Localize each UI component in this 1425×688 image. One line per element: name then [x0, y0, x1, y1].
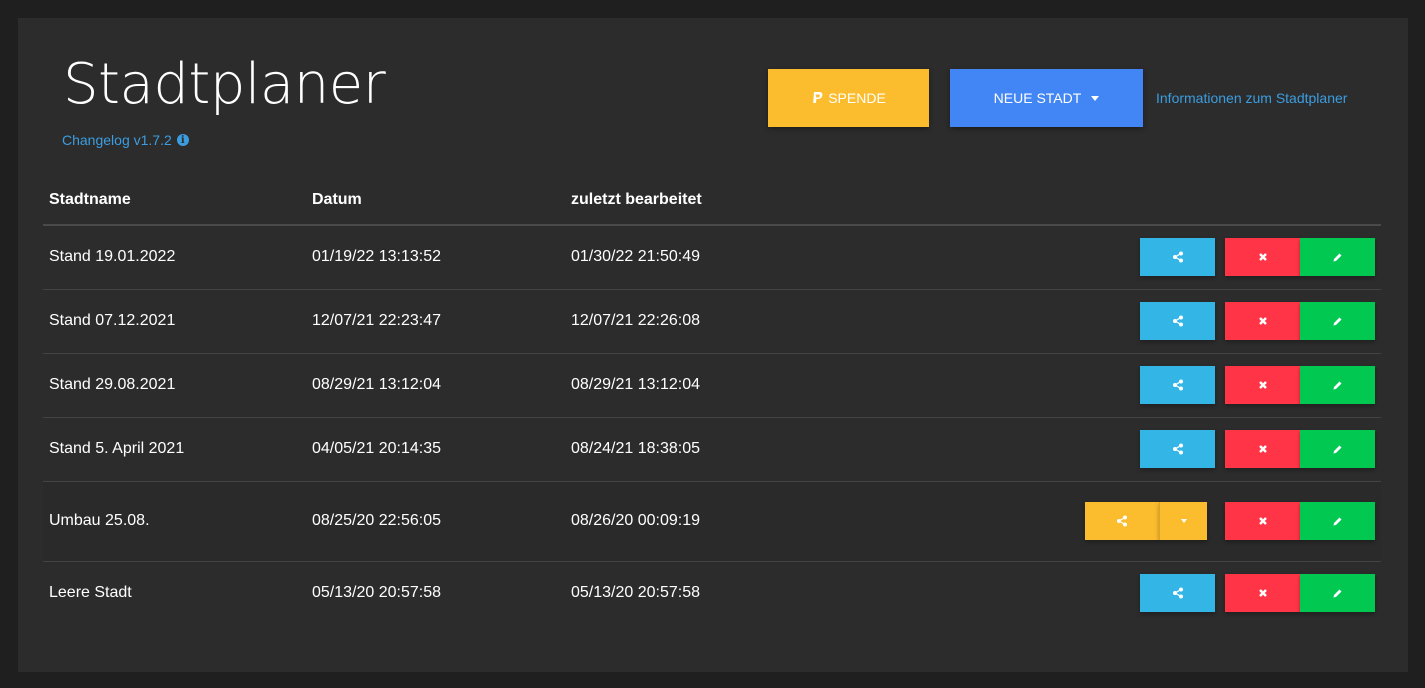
paypal-icon [813, 92, 823, 103]
pencil-icon [1333, 589, 1342, 598]
edit-button[interactable] [1300, 430, 1375, 468]
share-icon [1117, 515, 1127, 527]
city-name-cell: Stand 5. April 2021 [43, 416, 306, 481]
column-header-date: Datum [306, 175, 565, 226]
edit-button[interactable] [1300, 302, 1375, 340]
changelog-link[interactable]: Changelog v1.7.2 i [62, 132, 189, 148]
city-name-cell: Leere Stadt [43, 560, 306, 625]
pencil-icon [1333, 253, 1342, 262]
column-header-actions [826, 175, 1381, 226]
edit-button[interactable] [1300, 502, 1375, 540]
actions-cell [826, 352, 1381, 417]
actions-cell [826, 288, 1381, 353]
share-dropdown-button[interactable] [1159, 502, 1207, 540]
share-button[interactable] [1140, 574, 1215, 613]
delete-button[interactable] [1225, 574, 1300, 613]
edited-cell: 01/30/22 21:50:49 [571, 248, 701, 266]
edited-cell: 05/13/20 20:57:58 [565, 560, 827, 625]
edit-button[interactable] [1300, 238, 1375, 277]
city-name-cell: Stand 19.01.2022 [49, 248, 176, 266]
actions-cell [826, 480, 1381, 561]
table-row: Stand 29.08.2021 08/29/21 13:12:04 08/29… [43, 352, 1381, 417]
close-icon [1258, 517, 1267, 525]
share-icon [1172, 443, 1183, 455]
table-row: Stand 07.12.2021 12/07/21 22:23:47 12/07… [43, 288, 1381, 353]
edited-cell: 08/24/21 18:38:05 [565, 416, 827, 481]
city-name-cell: Stand 29.08.2021 [43, 352, 306, 417]
close-icon [1258, 317, 1267, 325]
date-cell: 12/07/21 22:23:47 [306, 288, 565, 353]
share-button[interactable] [1140, 430, 1215, 468]
delete-button[interactable] [1225, 430, 1300, 468]
actions-cell [827, 225, 1381, 289]
actions-cell [826, 416, 1381, 481]
delete-button[interactable] [1225, 302, 1300, 340]
city-name-cell: Umbau 25.08. [43, 480, 306, 561]
table-row: Stand 19.01.2022 01/19/22 13:13:52 01/30… [43, 225, 1381, 289]
actions-cell [826, 560, 1381, 625]
table-row: Umbau 25.08. 08/25/20 22:56:05 08/26/20 … [43, 480, 1381, 561]
delete-button[interactable] [1225, 502, 1300, 540]
share-button[interactable] [1140, 302, 1215, 340]
date-cell: 08/25/20 22:56:05 [306, 480, 565, 561]
pencil-icon [1333, 445, 1342, 453]
chevron-down-icon [1180, 519, 1187, 523]
share-button[interactable] [1140, 366, 1215, 404]
column-header-name: Stadtname [43, 175, 306, 226]
new-city-dropdown-button[interactable]: NEUE STADT [950, 69, 1143, 127]
edited-cell: 08/26/20 00:09:19 [565, 480, 827, 561]
main-panel: Stadtplaner Changelog v1.7.2 i SPENDE NE… [18, 18, 1408, 672]
date-cell: 04/05/21 20:14:35 [306, 416, 565, 481]
share-icon [1172, 379, 1183, 391]
date-cell: 05/13/20 20:57:58 [306, 560, 565, 625]
close-icon [1258, 445, 1267, 453]
share-button[interactable] [1085, 502, 1159, 540]
pencil-icon [1333, 317, 1342, 325]
page-title: Stadtplaner [63, 52, 386, 117]
date-cell: 01/19/22 13:13:52 [312, 248, 442, 266]
pencil-icon [1333, 517, 1342, 525]
column-header-edited: zuletzt bearbeitet [565, 175, 827, 226]
share-button[interactable] [1140, 238, 1215, 277]
city-name-cell: Stand 07.12.2021 [43, 288, 306, 353]
table-row: Leere Stadt 05/13/20 20:57:58 05/13/20 2… [43, 560, 1381, 625]
delete-button[interactable] [1225, 238, 1300, 277]
info-icon: i [176, 134, 189, 146]
close-icon [1258, 381, 1267, 389]
edited-cell: 12/07/21 22:26:08 [565, 288, 827, 353]
edit-button[interactable] [1300, 574, 1375, 613]
edit-button[interactable] [1300, 366, 1375, 404]
table-header-row: Stadtname Datum zuletzt bearbeitet [43, 175, 1381, 226]
share-icon [1172, 587, 1183, 599]
share-icon [1172, 315, 1183, 327]
table-row: Stand 5. April 2021 04/05/21 20:14:35 08… [43, 416, 1381, 481]
pencil-icon [1333, 381, 1342, 389]
edited-cell: 08/29/21 13:12:04 [565, 352, 827, 417]
donate-label: SPENDE [828, 90, 886, 106]
date-cell: 08/29/21 13:12:04 [306, 352, 565, 417]
close-icon [1258, 253, 1267, 262]
share-icon [1172, 251, 1183, 263]
delete-button[interactable] [1225, 366, 1300, 404]
city-table: Stadtname Datum zuletzt bearbeitet Stand… [43, 175, 1381, 625]
chevron-down-icon [1091, 95, 1100, 101]
new-city-label: NEUE STADT [993, 90, 1082, 106]
info-link[interactable]: Informationen zum Stadtplaner [1156, 90, 1347, 106]
changelog-label: Changelog v1.7.2 [62, 132, 172, 148]
donate-button[interactable]: SPENDE [768, 69, 929, 127]
close-icon [1258, 589, 1267, 598]
